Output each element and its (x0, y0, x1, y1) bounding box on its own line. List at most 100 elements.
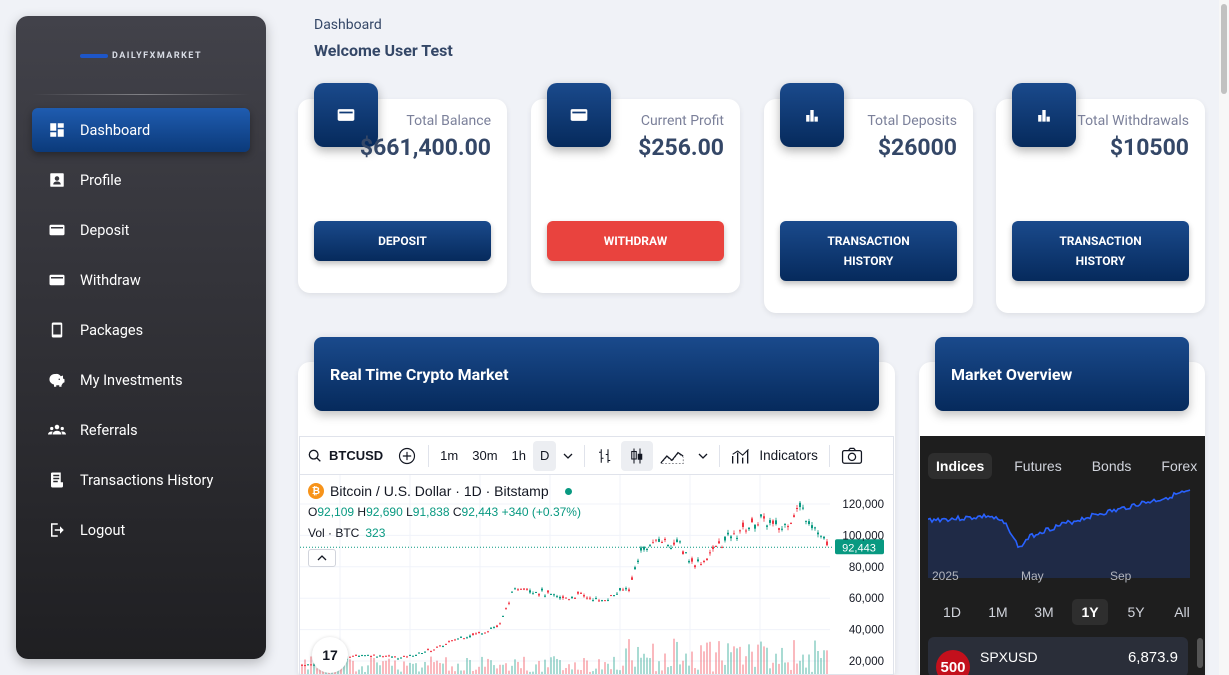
symbol-search[interactable]: BTCUSD (300, 437, 390, 474)
range-3m[interactable]: 3M (1026, 599, 1062, 625)
volume-bar (754, 666, 756, 674)
range-all[interactable]: All (1164, 599, 1200, 625)
deposit-button[interactable]: DEPOSIT (314, 221, 491, 261)
candle-body (553, 594, 555, 596)
sidebar-item-label: Profile (80, 171, 122, 189)
range-1m[interactable]: 1M (980, 599, 1016, 625)
candle-body (526, 588, 528, 590)
volume-bar (742, 664, 744, 674)
sidebar-item-my-investments[interactable]: My Investments (32, 358, 250, 402)
indicators-button[interactable]: Indicators (724, 437, 825, 474)
tradingview-logo[interactable]: 17 (312, 637, 348, 673)
sidebar-item-withdraw[interactable]: Withdraw (32, 258, 250, 302)
index-line-chart[interactable] (928, 482, 1198, 578)
candle-body (406, 656, 408, 658)
candle-body (508, 602, 510, 604)
volume-bar (652, 643, 654, 674)
candle-body (583, 595, 585, 597)
candle-body (595, 598, 597, 600)
tab-indices[interactable]: Indices (928, 453, 993, 479)
bar-style-button[interactable] (589, 437, 621, 474)
volume-bar (490, 660, 492, 674)
breadcrumb[interactable]: Dashboard (314, 17, 382, 33)
candle-body (730, 536, 732, 539)
range-1d[interactable]: 1D (934, 599, 970, 625)
sidebar-item-deposit[interactable]: Deposit (32, 208, 250, 252)
volume-bar (763, 646, 765, 674)
sidebar-item-packages[interactable]: Packages (32, 308, 250, 352)
scrollbar[interactable] (1197, 638, 1203, 668)
candle-body (661, 541, 663, 543)
candle-body (487, 631, 489, 633)
volume-bar (649, 658, 651, 674)
toolbar-divider (428, 444, 430, 467)
volume-bar (523, 656, 525, 674)
page-scrollbar[interactable] (1219, 0, 1229, 675)
volume-bar (502, 664, 504, 674)
candle-body (736, 537, 738, 539)
sidebar-item-transactions-history[interactable]: Transactions History (32, 458, 250, 502)
candle-body (658, 538, 660, 542)
candle-body (394, 656, 396, 658)
interval-1m[interactable]: 1m (433, 437, 465, 474)
sidebar-item-profile[interactable]: Profile (32, 158, 250, 202)
sidebar-item-referrals[interactable]: Referrals (32, 408, 250, 452)
stat-value: $10500 (1109, 134, 1189, 161)
transaction-history-button[interactable]: TRANSACTION HISTORY (1012, 221, 1189, 281)
volume-bar (766, 647, 768, 674)
range-5y[interactable]: 5Y (1118, 599, 1154, 625)
volume-bar (781, 647, 783, 674)
interval-dropdown[interactable] (556, 437, 580, 474)
candle-body (688, 561, 690, 563)
compare-button[interactable] (390, 437, 424, 474)
interval-d[interactable]: D (533, 440, 557, 471)
candle-body (625, 588, 627, 590)
candle-body (775, 520, 777, 525)
tab-bonds[interactable]: Bonds (1084, 453, 1140, 479)
volume-bar (667, 667, 669, 674)
candle-style-button[interactable] (621, 440, 654, 471)
candle-body (490, 627, 492, 629)
area-style-button[interactable] (653, 437, 691, 474)
volume-bar (472, 670, 474, 674)
volume-bar (802, 654, 804, 674)
chart-type-dropdown[interactable] (691, 437, 715, 474)
interval-30m[interactable]: 30m (465, 437, 504, 474)
volume-bar (814, 640, 816, 674)
stat-value: $26000 (877, 134, 957, 161)
sidebar-item-label: Withdraw (80, 271, 141, 289)
volume-bar (307, 669, 309, 674)
tradingview-chart-widget[interactable]: BTCUSD 1m 30m 1h D Indicators 92,443 120… (299, 436, 894, 675)
brand-logo[interactable]: DAILYFXMARKET (16, 46, 266, 66)
candle-body (808, 521, 810, 525)
candle-body (589, 597, 591, 599)
collapse-legend-button[interactable] (308, 549, 336, 567)
candle-body (409, 654, 411, 656)
price-axis-label: 120,000 (842, 499, 884, 511)
transaction-history-button[interactable]: TRANSACTION HISTORY (780, 221, 957, 281)
withdraw-button[interactable]: WITHDRAW (547, 221, 724, 261)
symbol-row[interactable]: 500 SPXUSD 6,873.9 (928, 637, 1188, 675)
interval-1h[interactable]: 1h (505, 437, 533, 474)
volume-bar (712, 671, 714, 674)
candle-body (424, 651, 426, 653)
candle-body (502, 615, 504, 617)
candle-body (733, 533, 735, 535)
wallet-icon (48, 221, 66, 239)
volume-bar (355, 671, 357, 674)
tab-futures[interactable]: Futures (1006, 453, 1069, 479)
tab-forex[interactable]: Forex (1153, 453, 1205, 479)
sidebar-item-dashboard[interactable]: Dashboard (32, 108, 250, 152)
snapshot-button[interactable] (834, 437, 870, 474)
volume-bar (586, 660, 588, 674)
volume-bar (478, 666, 480, 674)
scrollbar-thumb[interactable] (1221, 4, 1227, 94)
candle-body (760, 514, 762, 517)
spx-badge: 500 (936, 650, 970, 675)
candle-body (532, 593, 534, 595)
volume-bar (535, 664, 537, 674)
sidebar-item-logout[interactable]: Logout (32, 508, 250, 552)
candle-body (766, 525, 768, 527)
stat-label: Total Withdrawals (1077, 113, 1189, 129)
range-1y[interactable]: 1Y (1072, 599, 1108, 625)
